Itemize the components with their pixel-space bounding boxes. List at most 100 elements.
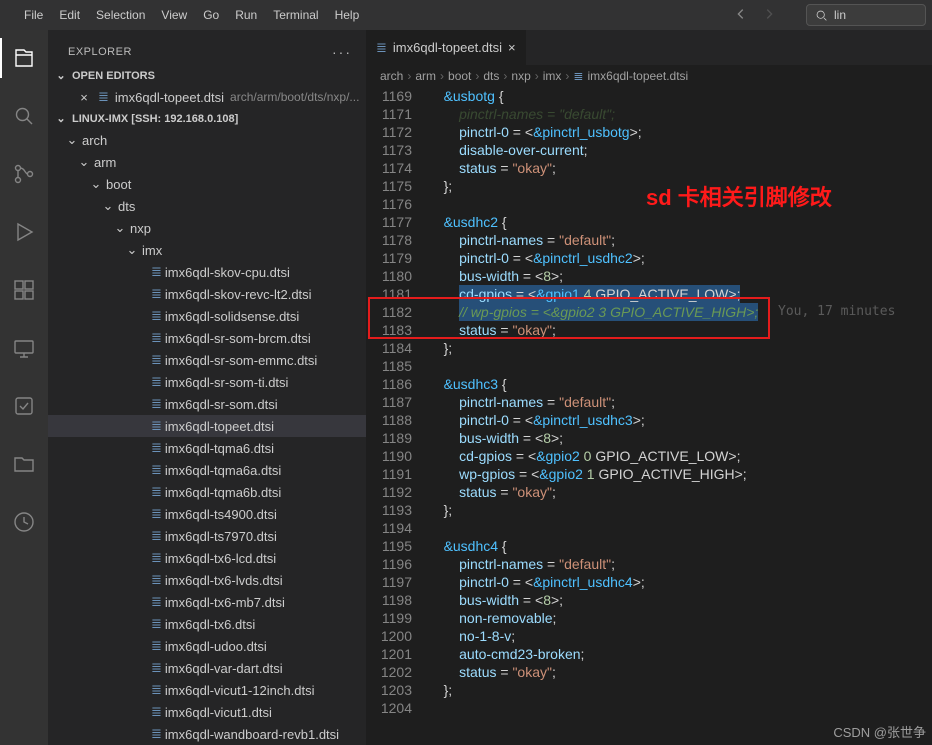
menu-edit[interactable]: Edit	[51, 4, 88, 26]
activity-extensions[interactable]	[0, 270, 48, 310]
file-icon: ≣	[151, 726, 162, 742]
file-icon: ≣	[151, 528, 162, 544]
chevron-down-icon: ⌄	[77, 154, 91, 170]
file-icon: ≣	[151, 572, 162, 588]
folder-boot[interactable]: ⌄boot	[48, 173, 366, 195]
git-blame: You, 17 minutes	[778, 303, 895, 321]
file-icon: ≣	[151, 484, 162, 500]
file-item[interactable]: ≣imx6qdl-vicut1.dtsi	[48, 701, 366, 723]
menu-help[interactable]: Help	[327, 4, 368, 26]
file-icon: ≣	[98, 89, 109, 105]
file-item[interactable]: ≣imx6qdl-udoo.dtsi	[48, 635, 366, 657]
file-item[interactable]: ≣imx6qdl-sr-som-emmc.dtsi	[48, 349, 366, 371]
menubar: File Edit Selection View Go Run Terminal…	[0, 0, 932, 30]
file-icon: ≣	[151, 330, 162, 346]
menu-view[interactable]: View	[153, 4, 195, 26]
activity-bar	[0, 30, 48, 745]
file-icon: ≣	[151, 440, 162, 456]
file-icon: ≣	[151, 594, 162, 610]
annotation-text: sd 卡相关引脚修改	[646, 189, 832, 207]
folder-arch[interactable]: ⌄arch	[48, 129, 366, 151]
breadcrumb-item[interactable]: arm	[415, 69, 436, 83]
file-icon: ≣	[151, 374, 162, 390]
tab-active[interactable]: ≣ imx6qdl-topeet.dtsi ×	[366, 30, 527, 65]
explorer-sidebar: EXPLORER ··· ⌄ OPEN EDITORS × ≣ imx6qdl-…	[48, 30, 366, 745]
folder-imx[interactable]: ⌄imx	[48, 239, 366, 261]
close-icon[interactable]: ×	[508, 40, 516, 55]
explorer-title: EXPLORER	[68, 46, 132, 58]
file-item[interactable]: ≣imx6qdl-tqma6b.dtsi	[48, 481, 366, 503]
menu-run[interactable]: Run	[227, 4, 265, 26]
chevron-down-icon: ⌄	[113, 220, 127, 236]
file-item[interactable]: ≣imx6qdl-wandboard-revb1.dtsi	[48, 723, 366, 745]
activity-timeline[interactable]	[0, 502, 48, 542]
breadcrumb-item[interactable]: imx	[543, 69, 562, 83]
file-icon: ≣	[151, 396, 162, 412]
file-item[interactable]: ≣imx6qdl-solidsense.dtsi	[48, 305, 366, 327]
workspace-header[interactable]: ⌄ LINUX-IMX [SSH: 192.168.0.108]	[48, 108, 366, 129]
activity-remote[interactable]	[0, 328, 48, 368]
file-icon: ≣	[151, 352, 162, 368]
file-icon: ≣	[151, 682, 162, 698]
file-item[interactable]: ≣imx6qdl-ts7970.dtsi	[48, 525, 366, 547]
breadcrumb-item[interactable]: nxp	[511, 69, 530, 83]
breadcrumb-item[interactable]: dts	[483, 69, 499, 83]
watermark: CSDN @张世争	[833, 722, 926, 741]
file-item[interactable]: ≣imx6qdl-sr-som-ti.dtsi	[48, 371, 366, 393]
breadcrumb-item[interactable]: arch	[380, 69, 403, 83]
menu-file[interactable]: File	[16, 4, 51, 26]
file-item[interactable]: ≣imx6qdl-topeet.dtsi	[48, 415, 366, 437]
activity-search[interactable]	[0, 96, 48, 136]
chevron-down-icon: ⌄	[89, 176, 103, 192]
file-item[interactable]: ≣imx6qdl-ts4900.dtsi	[48, 503, 366, 525]
file-tree[interactable]: ⌄arch⌄arm⌄boot⌄dts⌄nxp⌄imx≣imx6qdl-skov-…	[48, 129, 366, 745]
file-icon: ≣	[151, 704, 162, 720]
folder-nxp[interactable]: ⌄nxp	[48, 217, 366, 239]
breadcrumb-item[interactable]: boot	[448, 69, 471, 83]
activity-scm[interactable]	[0, 154, 48, 194]
activity-debug[interactable]	[0, 212, 48, 252]
more-icon[interactable]: ···	[332, 44, 352, 60]
file-icon: ≣	[151, 638, 162, 654]
search-icon	[815, 9, 828, 22]
file-icon: ≣	[151, 418, 162, 434]
file-item[interactable]: ≣imx6qdl-tx6-lvds.dtsi	[48, 569, 366, 591]
nav-forward-icon[interactable]	[762, 7, 776, 24]
chevron-down-icon: ⌄	[54, 112, 68, 125]
close-icon[interactable]: ×	[76, 90, 92, 105]
folder-dts[interactable]: ⌄dts	[48, 195, 366, 217]
file-item[interactable]: ≣imx6qdl-skov-cpu.dtsi	[48, 261, 366, 283]
file-item[interactable]: ≣imx6qdl-vicut1-12inch.dtsi	[48, 679, 366, 701]
menu-go[interactable]: Go	[195, 4, 227, 26]
breadcrumb-item[interactable]: imx6qdl-topeet.dtsi	[587, 69, 688, 83]
file-icon: ≣	[151, 616, 162, 632]
file-item[interactable]: ≣imx6qdl-tx6.dtsi	[48, 613, 366, 635]
activity-explorer[interactable]	[0, 38, 48, 78]
file-item[interactable]: ≣imx6qdl-skov-revc-lt2.dtsi	[48, 283, 366, 305]
file-item[interactable]: ≣imx6qdl-tqma6a.dtsi	[48, 459, 366, 481]
breadcrumb[interactable]: arch›arm›boot›dts›nxp›imx›≣ imx6qdl-tope…	[366, 65, 932, 87]
file-item[interactable]: ≣imx6qdl-tqma6.dtsi	[48, 437, 366, 459]
file-item[interactable]: ≣imx6qdl-tx6-mb7.dtsi	[48, 591, 366, 613]
file-icon: ≣	[151, 308, 162, 324]
file-item[interactable]: ≣imx6qdl-var-dart.dtsi	[48, 657, 366, 679]
file-item[interactable]: ≣imx6qdl-sr-som.dtsi	[48, 393, 366, 415]
file-icon: ≣	[151, 264, 162, 280]
open-editors-header[interactable]: ⌄ OPEN EDITORS	[48, 65, 366, 86]
editor-area: ≣ imx6qdl-topeet.dtsi × arch›arm›boot›dt…	[366, 30, 932, 745]
code-editor[interactable]: 1169117111721173117411751176117711781179…	[366, 87, 932, 745]
menu-terminal[interactable]: Terminal	[265, 4, 326, 26]
file-item[interactable]: ≣imx6qdl-sr-som-brcm.dtsi	[48, 327, 366, 349]
folder-arm[interactable]: ⌄arm	[48, 151, 366, 173]
nav-back-icon[interactable]	[734, 7, 748, 24]
activity-testing[interactable]	[0, 386, 48, 426]
activity-folder[interactable]	[0, 444, 48, 484]
chevron-down-icon: ⌄	[65, 132, 79, 148]
command-center-search[interactable]: lin	[806, 4, 926, 26]
open-editor-item[interactable]: × ≣ imx6qdl-topeet.dtsi arch/arm/boot/dt…	[48, 86, 366, 108]
file-item[interactable]: ≣imx6qdl-tx6-lcd.dtsi	[48, 547, 366, 569]
file-icon: ≣	[151, 462, 162, 478]
menu-selection[interactable]: Selection	[88, 4, 153, 26]
chevron-down-icon: ⌄	[101, 198, 115, 214]
file-icon: ≣	[151, 286, 162, 302]
